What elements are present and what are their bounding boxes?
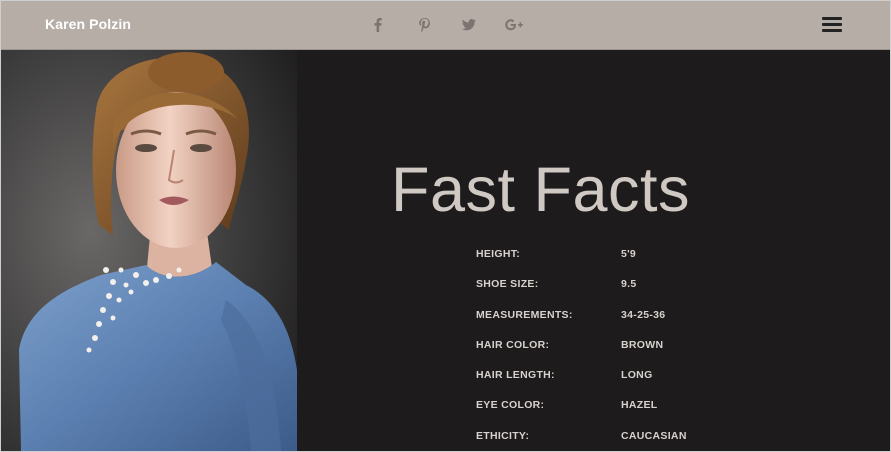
pinterest-icon xyxy=(418,18,430,32)
fact-row-measurements: MEASUREMENTS: 34-25-36 xyxy=(476,303,806,333)
fact-value: BROWN xyxy=(621,338,664,351)
twitter-icon xyxy=(462,19,476,31)
model-photo xyxy=(1,50,297,451)
fact-value: 34-25-36 xyxy=(621,308,666,321)
fact-label: HAIR LENGTH: xyxy=(476,369,555,382)
fact-value: 5'9 xyxy=(621,248,637,260)
twitter-link[interactable] xyxy=(459,15,479,35)
fact-row-ethnicity: ETHICITY: CAUCASIAN xyxy=(476,424,806,451)
page: Karen Polzin Fast Facts HEIGHT: 5'9 SHOE… xyxy=(0,0,891,452)
fact-label: MEASUREMENTS: xyxy=(476,308,573,321)
menu-line xyxy=(822,29,842,32)
facebook-link[interactable] xyxy=(368,15,388,35)
site-header: Karen Polzin xyxy=(1,1,890,50)
fast-facts-section: Fast Facts HEIGHT: 5'9 SHOE SIZE: 9.5 ME… xyxy=(297,50,890,451)
pinterest-link[interactable] xyxy=(414,15,434,35)
fact-value: LONG xyxy=(621,369,653,382)
google-plus-icon xyxy=(505,19,523,31)
site-brand-link[interactable]: Karen Polzin xyxy=(45,16,131,32)
fact-row-eye-color: EYE COLOR: HAZEL xyxy=(476,393,806,423)
fact-value: CAUCASIAN xyxy=(621,429,687,442)
portrait-image xyxy=(1,50,297,451)
fact-label: ETHICITY: xyxy=(476,429,530,442)
fact-row-height: HEIGHT: 5'9 xyxy=(476,242,806,272)
page-title: Fast Facts xyxy=(391,155,691,225)
menu-line xyxy=(822,23,842,26)
fact-label: SHOE SIZE: xyxy=(476,278,539,291)
fact-value: 9.5 xyxy=(621,278,637,291)
facts-list: HEIGHT: 5'9 SHOE SIZE: 9.5 MEASUREMENTS:… xyxy=(476,242,806,451)
fact-value: HAZEL xyxy=(621,399,658,412)
fact-label: EYE COLOR: xyxy=(476,399,545,412)
fact-row-hair-length: HAIR LENGTH: LONG xyxy=(476,363,806,393)
hamburger-menu-button[interactable] xyxy=(822,17,842,33)
facebook-icon xyxy=(374,18,382,32)
menu-line xyxy=(822,17,842,20)
google-plus-link[interactable] xyxy=(504,15,524,35)
fact-row-shoe-size: SHOE SIZE: 9.5 xyxy=(476,272,806,302)
fact-label: HEIGHT: xyxy=(476,248,521,260)
fact-label: HAIR COLOR: xyxy=(476,338,550,351)
fact-row-hair-color: HAIR COLOR: BROWN xyxy=(476,333,806,363)
